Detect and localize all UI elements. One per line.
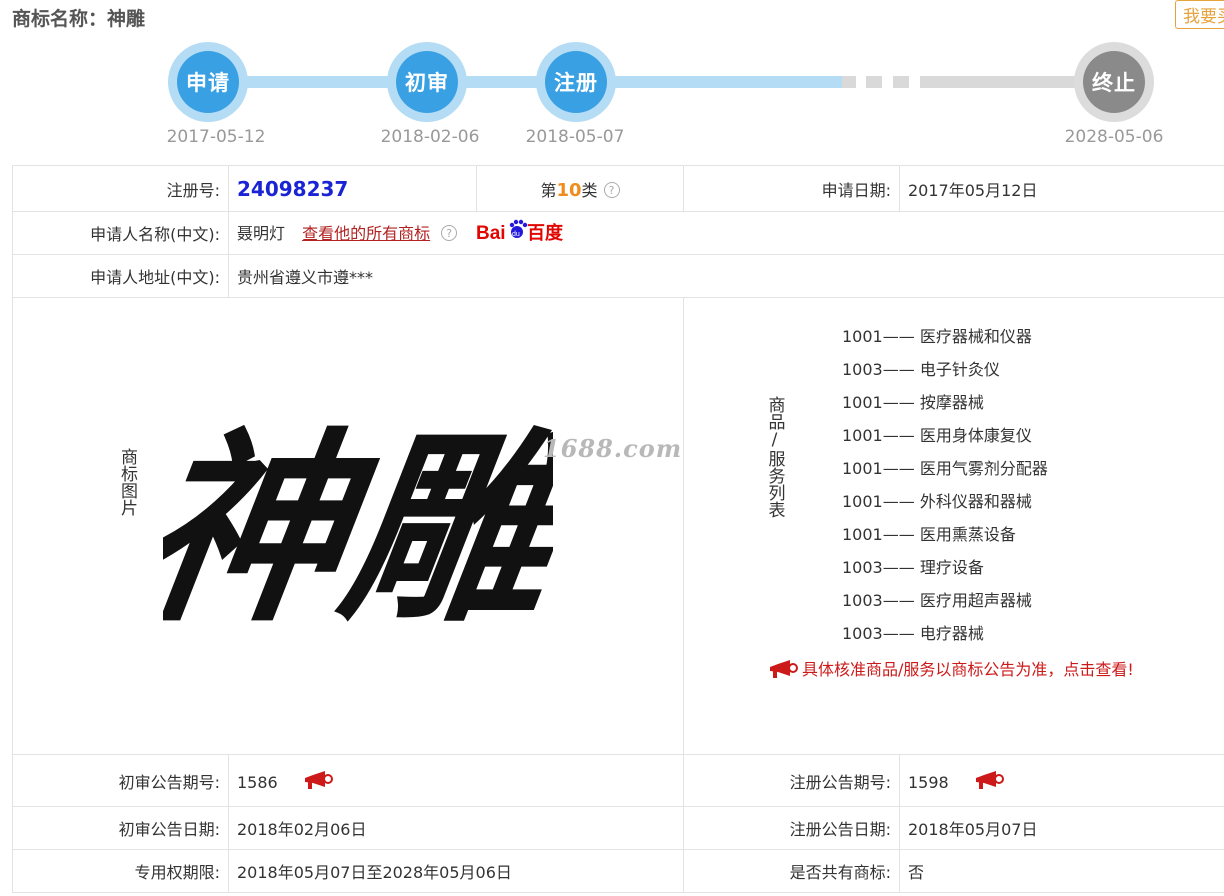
timeline-node-apply: 申请	[168, 42, 248, 122]
applicant-name-label: 申请人名称(中文):	[12, 211, 229, 255]
class-number[interactable]: 10	[556, 180, 581, 201]
timeline-node-label: 申请	[177, 51, 239, 113]
list-item: 1001—— 医疗器械和仪器	[842, 327, 1032, 346]
megaphone-icon[interactable]	[974, 770, 1004, 790]
table-row: 注册号: 24098237 第10类? 申请日期: 2017年05月12日	[12, 165, 1224, 212]
timeline-node-label: 终止	[1083, 51, 1145, 113]
goods-notice-link[interactable]: 具体核准商品/服务以商标公告为准，点击查看!	[768, 656, 1134, 680]
apply-date-value: 2017年05月12日	[899, 165, 1224, 212]
svg-text:du: du	[512, 231, 520, 238]
goods-label-wrap: 商品/服务列表	[712, 396, 836, 518]
timeline-node-label: 注册	[545, 51, 607, 113]
table-row: 初审公告期号: 1586 注册公告期号: 1598	[12, 754, 1224, 807]
timeline-progress-bar	[210, 76, 842, 88]
help-icon[interactable]: ?	[441, 225, 458, 241]
view-all-trademarks-link[interactable]: 查看他的所有商标	[302, 224, 430, 243]
list-item: 1003—— 医疗用超声器械	[842, 591, 1032, 610]
applicant-name-cell: 聂明灯 查看他的所有商标 ? Bai du 百度	[228, 211, 1224, 255]
timeline-dash	[893, 76, 909, 88]
list-item: 1001—— 医用熏蒸设备	[842, 525, 1016, 544]
timeline-date: 2018-02-06	[380, 127, 480, 147]
list-item: 1003—— 理疗设备	[842, 558, 984, 577]
list-item: 1001—— 按摩器械	[842, 393, 984, 412]
list-item: 1003—— 电疗器械	[842, 624, 984, 643]
applicant-name-value: 聂明灯	[237, 224, 286, 243]
exclusive-period-label: 专用权期限:	[12, 849, 229, 893]
timeline-date: 2028-05-06	[1064, 127, 1164, 147]
apply-date-label: 申请日期:	[683, 165, 900, 212]
class-cell: 第10类?	[476, 165, 684, 212]
reg-pub-date-value: 2018年05月07日	[899, 806, 1224, 850]
prelim-no-value: 1586	[237, 772, 278, 792]
timeline-dash	[866, 76, 882, 88]
timeline-node-expire: 终止	[1074, 42, 1154, 122]
timeline-node-label: 初审	[396, 51, 458, 113]
applicant-addr-label: 申请人地址(中文):	[12, 254, 229, 298]
trademark-image: 神雕	[125, 376, 598, 690]
reg-no-cell: 24098237	[228, 165, 477, 212]
buy-button[interactable]: 我要买	[1175, 0, 1224, 29]
table-row: 申请人地址(中文): 贵州省遵义市遵***	[12, 254, 1224, 298]
prelim-date-label: 初审公告日期:	[12, 806, 229, 850]
reg-pub-no-value: 1598	[908, 772, 949, 792]
reg-no-label: 注册号:	[12, 165, 229, 212]
table-row: 专用权期限: 2018年05月07日至2028年05月06日 是否共有商标: 否	[12, 849, 1224, 893]
mark-image-label: 商标图片	[117, 448, 137, 516]
svg-text:百度: 百度	[527, 222, 564, 243]
timeline-node-prelim: 初审	[387, 42, 467, 122]
applicant-addr-value: 贵州省遵义市遵***	[228, 254, 1224, 298]
prelim-date-value: 2018年02月06日	[228, 806, 684, 850]
reg-pub-no-cell: 1598	[899, 754, 1224, 807]
trademark-image-text: 神雕	[163, 409, 553, 650]
watermark-text: 1688.com	[543, 434, 683, 463]
goods-notice-text: 具体核准商品/服务以商标公告为准，点击查看!	[802, 660, 1134, 679]
class-prefix: 第	[540, 180, 557, 200]
timeline-date: 2018-05-07	[525, 127, 625, 147]
megaphone-icon	[770, 660, 798, 678]
shared-mark-label: 是否共有商标:	[683, 849, 900, 893]
timeline-node-register: 注册	[536, 42, 616, 122]
page-title: 商标名称：神雕	[12, 8, 146, 30]
prelim-no-label: 初审公告期号:	[12, 754, 229, 807]
reg-pub-no-label: 注册公告期号:	[683, 754, 900, 807]
table-row: 申请人名称(中文): 聂明灯 查看他的所有商标 ? Bai du 百度	[12, 211, 1224, 255]
list-item: 1001—— 外科仪器和器械	[842, 492, 1032, 511]
prelim-no-cell: 1586	[228, 754, 684, 807]
table-row: 商标图片 神雕 1688.com 商品/服务列表 1001—— 医疗器械和仪器 …	[12, 297, 1224, 755]
list-item: 1001—— 医用身体康复仪	[842, 426, 1032, 445]
list-item: 1001—— 医用气雾剂分配器	[842, 459, 1048, 478]
table-row: 初审公告日期: 2018年02月06日 注册公告日期: 2018年05月07日	[12, 806, 1224, 850]
timeline-dash	[842, 76, 856, 88]
goods-label: 商品/服务列表	[764, 396, 785, 518]
megaphone-icon[interactable]	[303, 770, 333, 790]
trademark-info-table: 注册号: 24098237 第10类? 申请日期: 2017年05月12日 申请…	[12, 165, 1224, 893]
reg-no-value: 24098237	[237, 176, 349, 201]
class-suffix: 类	[581, 180, 598, 200]
goods-cell: 商品/服务列表 1001—— 医疗器械和仪器 1003—— 电子针灸仪 1001…	[683, 297, 1224, 755]
baidu-search-icon[interactable]: Bai du 百度	[476, 219, 572, 247]
timeline-date: 2017-05-12	[166, 127, 266, 147]
exclusive-period-value: 2018年05月07日至2028年05月06日	[228, 849, 684, 893]
help-icon[interactable]: ?	[603, 181, 620, 198]
svg-text:Bai: Bai	[476, 223, 506, 243]
mark-image-cell: 商标图片 神雕 1688.com	[12, 297, 684, 755]
list-item: 1003—— 电子针灸仪	[842, 360, 1000, 379]
goods-list: 1001—— 医疗器械和仪器 1003—— 电子针灸仪 1001—— 按摩器械 …	[842, 320, 1048, 650]
reg-pub-date-label: 注册公告日期:	[683, 806, 900, 850]
shared-mark-value: 否	[899, 849, 1224, 893]
